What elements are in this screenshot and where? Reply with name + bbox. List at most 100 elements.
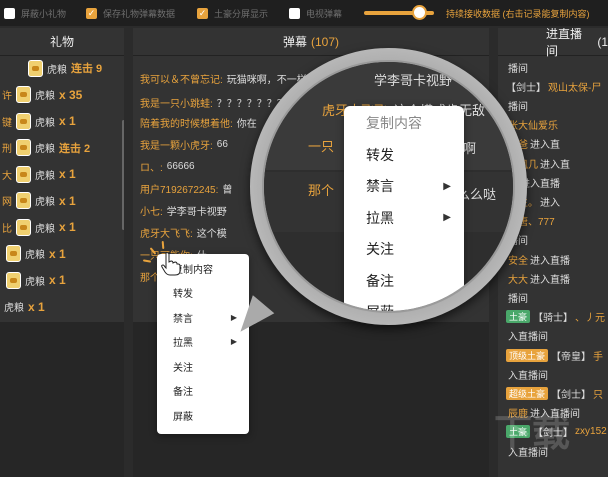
tiger-food-icon xyxy=(16,112,31,130)
danmaku-text: 你在 xyxy=(236,118,257,130)
entries-header: 进直播间 (1 xyxy=(498,28,608,58)
danmaku-user: 用户7192672245: xyxy=(140,184,219,196)
slider-label: 持续接收数据 (右击记录能复制内容) xyxy=(446,9,590,19)
tiger-food-icon xyxy=(16,86,31,103)
gift-sender: 比 xyxy=(2,223,12,235)
entry-text: 进入直播 xyxy=(530,274,570,286)
option-block-small-gifts[interactable]: 屏蔽小礼物 xyxy=(4,7,66,19)
entry-rank: 【帝皇】 xyxy=(551,351,592,363)
tiger-food-icon xyxy=(16,218,31,236)
menu-item-4[interactable]: 关注 xyxy=(173,358,243,374)
menu-item-6[interactable]: 屏蔽 xyxy=(173,407,243,423)
danmaku-user: 我是一只小跳蛙: xyxy=(140,98,213,110)
context-menu: 复制内容 转发 禁言 ▶ 拉黑 ▶ 关注 备注 屏蔽 xyxy=(157,254,249,434)
gift-name: 虎粮 xyxy=(35,170,55,182)
danmaku-user: ロ、: xyxy=(140,162,163,174)
entry-text: 进入 xyxy=(540,197,560,209)
tiger-food-icon xyxy=(16,139,31,156)
menu-item-magnified-4[interactable]: 关注 xyxy=(366,238,461,260)
menu-item-3[interactable]: 拉黑 ▶ xyxy=(173,334,243,350)
entry-row[interactable]: 土豪 【骑士】 、丿元 xyxy=(506,310,605,324)
gift-quantity: x 1 xyxy=(49,273,66,287)
tiger-food-icon xyxy=(6,245,21,262)
danmaku-text: 66 xyxy=(216,138,228,150)
danmaku-message[interactable]: ロ、: 66666 xyxy=(140,158,195,174)
menu-item-label: 转发 xyxy=(366,146,394,163)
hand-cursor-icon xyxy=(142,240,181,276)
gift-row[interactable]: 刑 虎粮 连击 2 xyxy=(2,138,90,158)
entry-row[interactable]: 大大 进入直播 xyxy=(506,271,570,286)
entry-row[interactable]: 【剑士】 观山太保-尸 xyxy=(506,79,602,94)
gift-combo: 连击 2 xyxy=(59,142,91,155)
checkbox-checked[interactable]: ✓ xyxy=(86,7,97,19)
menu-item-magnified-5[interactable]: 备注 xyxy=(366,270,461,292)
danmaku-message[interactable]: 虎牙大飞飞: 这个模 xyxy=(140,224,227,240)
gift-row[interactable]: 虎粮 x 1 xyxy=(6,270,66,290)
gift-name: 虎粮 xyxy=(35,197,55,208)
entry-row[interactable]: 超级土豪 【剑士】只 xyxy=(506,386,603,401)
entry-username: 大大 xyxy=(508,274,528,286)
gift-row[interactable]: 键 虎粮 x 1 xyxy=(2,111,76,131)
gifts-header: 礼物 xyxy=(0,28,124,56)
entry-rank: 【剑士】 xyxy=(551,389,592,401)
gift-row[interactable]: 虎粮 x 1 xyxy=(6,244,66,264)
menu-item-label: 禁言 xyxy=(366,178,394,194)
gift-quantity: x 1 xyxy=(59,220,76,234)
checkbox[interactable] xyxy=(289,7,300,19)
danmaku-text: 66666 xyxy=(166,160,195,172)
gift-row[interactable]: 虎粮 x 1 xyxy=(4,297,45,317)
entry-row[interactable]: 入直播间 xyxy=(506,329,548,343)
menu-item-magnified-0[interactable]: 复制内容 xyxy=(366,112,461,134)
context-menu-magnified: 复制内容 转发 禁言 ▶ 拉黑 ▶ 关注 备注 屏蔽 xyxy=(344,106,464,311)
gift-name: 虎粮 xyxy=(35,223,55,235)
menu-item-magnified-2[interactable]: 禁言 ▶ xyxy=(366,175,461,197)
gift-sender: 许 xyxy=(2,91,12,102)
menu-item-label: 拉黑 xyxy=(366,209,394,226)
gift-row[interactable]: 许 虎粮 x 35 xyxy=(2,85,82,105)
gift-sender: 网 xyxy=(2,197,12,208)
gift-combo: 连击 9 xyxy=(71,63,103,75)
danmaku-text: 曾 xyxy=(222,184,233,196)
danmaku-message[interactable]: 我是一颗小虎牙: 66 xyxy=(140,136,228,152)
option-save-gift-danmaku[interactable]: ✓ 保存礼物弹幕数据 xyxy=(86,7,175,19)
danmaku-user: 我是一颗小虎牙: xyxy=(140,140,213,152)
danmaku-message[interactable]: 小七: 学李哥卡视野 xyxy=(140,202,227,218)
gift-row[interactable]: 比 虎粮 x 1 xyxy=(2,217,76,237)
checkbox[interactable] xyxy=(4,7,15,19)
entry-text: 入直播间 xyxy=(508,332,548,344)
gift-quantity: x 1 xyxy=(59,193,76,208)
option-tv-danmaku[interactable]: 电视弹幕 xyxy=(289,7,342,19)
menu-item-magnified-1[interactable]: 转发 xyxy=(366,144,461,166)
gift-name: 虎粮 xyxy=(4,303,24,314)
menu-item-1[interactable]: 转发 xyxy=(173,285,243,301)
entry-username: 观山太保-尸 xyxy=(548,82,602,94)
menu-item-magnified-3[interactable]: 拉黑 ▶ xyxy=(366,207,461,229)
gift-row[interactable]: 虎粮 连击 9 xyxy=(28,58,102,78)
menu-item-5[interactable]: 备注 xyxy=(173,383,243,399)
danmaku-message[interactable]: 用户7192672245: 曾 xyxy=(140,180,232,196)
entry-username: zxy152 xyxy=(575,426,607,438)
entry-row[interactable]: 顶级土豪 【帝皇】手 xyxy=(506,348,603,363)
option-tuhao-split-screen[interactable]: ✓ 土豪分屏显示 xyxy=(197,7,268,19)
gifts-scrollbar[interactable] xyxy=(122,120,124,230)
danmaku-user: 虎牙大飞飞: xyxy=(140,228,193,240)
gift-name: 虎粮 xyxy=(35,91,55,102)
gift-row[interactable]: 网 虎粮 x 1 xyxy=(2,191,76,211)
menu-item-label: 备注 xyxy=(366,272,394,289)
option-label: 屏蔽小礼物 xyxy=(21,8,67,19)
gift-row[interactable]: 大 虎粮 x 1 xyxy=(2,164,76,184)
entry-row[interactable]: 安全 进入直播 xyxy=(506,252,570,267)
danmaku-message[interactable]: 陪着我的时候想着他: 你在 xyxy=(140,114,257,130)
checkbox-checked[interactable]: ✓ xyxy=(197,7,208,19)
entry-row[interactable]: 播间 xyxy=(506,290,528,305)
entry-text: 入直播间 xyxy=(508,370,548,382)
gift-quantity: x 1 xyxy=(59,114,76,128)
receive-slider-handle[interactable] xyxy=(412,5,427,20)
entry-row[interactable]: 入直播间 xyxy=(506,367,548,382)
submenu-arrow-icon: ▶ xyxy=(443,180,451,192)
menu-item-label: 转发 xyxy=(173,289,193,300)
gift-sender: 刑 xyxy=(2,144,12,155)
magnifier-lens: 学李哥卡视野虎牙大飞飞:这个模式肯无敌一只候出的啊那个个么么哒 复制内容转发禁言… xyxy=(262,60,515,313)
lens-text-line: 那个 xyxy=(308,183,335,198)
gift-quantity: x 1 xyxy=(59,167,76,181)
